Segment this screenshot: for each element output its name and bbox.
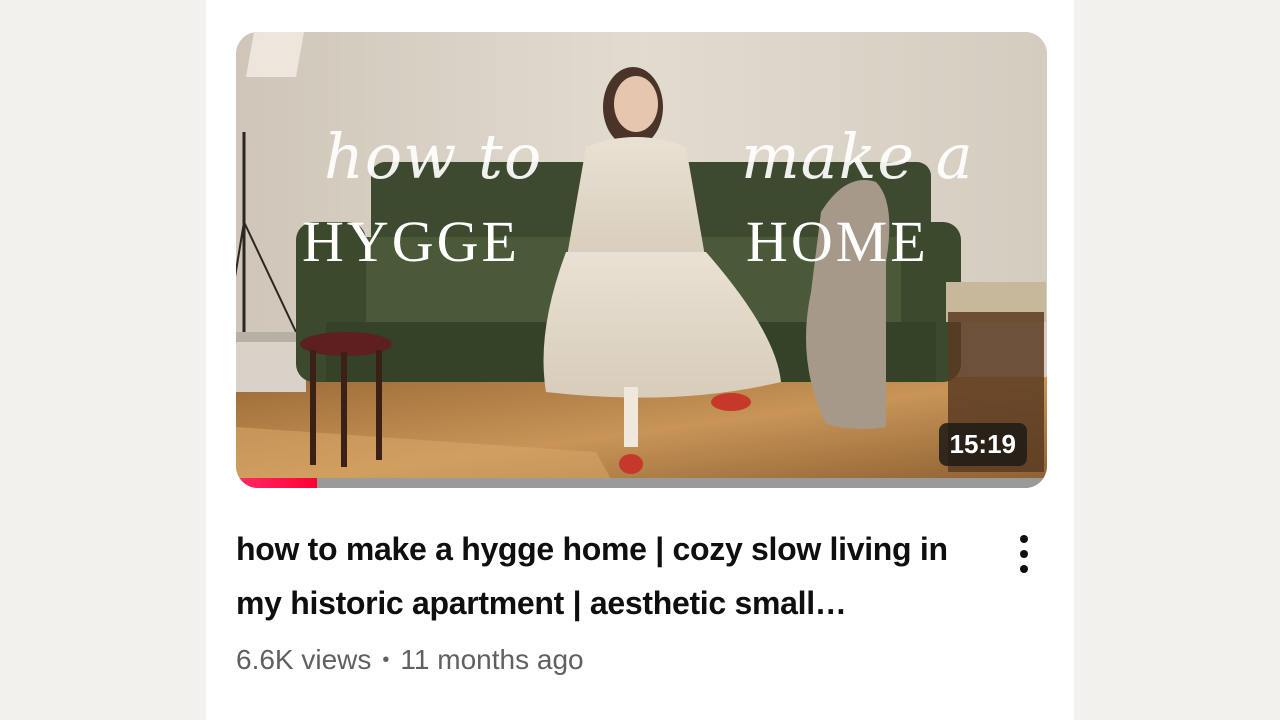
overlay-text-home: HOME <box>746 209 929 274</box>
overlay-text-how-to: how to <box>324 120 543 193</box>
video-thumbnail[interactable]: how to make a HYGGE HOME 15:19 <box>236 32 1047 488</box>
video-metadata: 6.6K views • 11 months ago <box>236 644 584 676</box>
view-count: 6.6K views <box>236 644 372 675</box>
duration-badge: 15:19 <box>938 423 1027 466</box>
watch-progress-fill <box>236 478 318 488</box>
video-title[interactable]: how to make a hygge home | cozy slow liv… <box>236 522 996 630</box>
meta-separator: • <box>382 648 390 671</box>
upload-age: 11 months ago <box>400 644 584 675</box>
more-vert-icon[interactable] <box>1006 528 1042 580</box>
overlay-text-hygge: HYGGE <box>302 209 520 274</box>
overlay-text-make-a: make a <box>741 120 974 193</box>
watch-progress-bar <box>236 478 1047 488</box>
video-card[interactable]: how to make a HYGGE HOME 15:19 how to ma… <box>206 0 1074 720</box>
